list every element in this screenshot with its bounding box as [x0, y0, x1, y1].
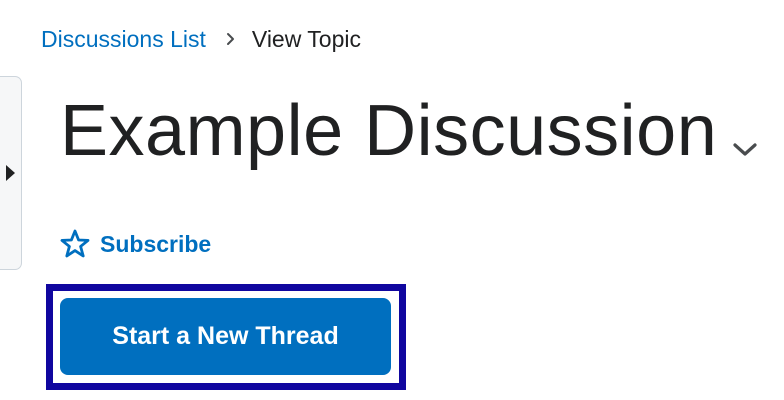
chevron-down-icon — [733, 143, 757, 156]
chevron-right-icon — [226, 32, 236, 46]
breadcrumb-discussions-list-link[interactable]: Discussions List — [41, 26, 206, 53]
subscribe-button[interactable]: Subscribe — [58, 226, 211, 262]
topic-actions-dropdown[interactable] — [728, 134, 762, 164]
breadcrumb: Discussions List View Topic — [41, 22, 361, 56]
caret-right-icon — [6, 165, 15, 181]
page-title: Example Discussion — [60, 91, 718, 171]
subscribe-label: Subscribe — [100, 230, 212, 257]
start-new-thread-button[interactable]: Start a New Thread — [60, 298, 391, 375]
side-panel-toggle[interactable] — [0, 76, 22, 270]
star-outline-icon — [58, 227, 92, 261]
breadcrumb-current: View Topic — [251, 25, 361, 52]
